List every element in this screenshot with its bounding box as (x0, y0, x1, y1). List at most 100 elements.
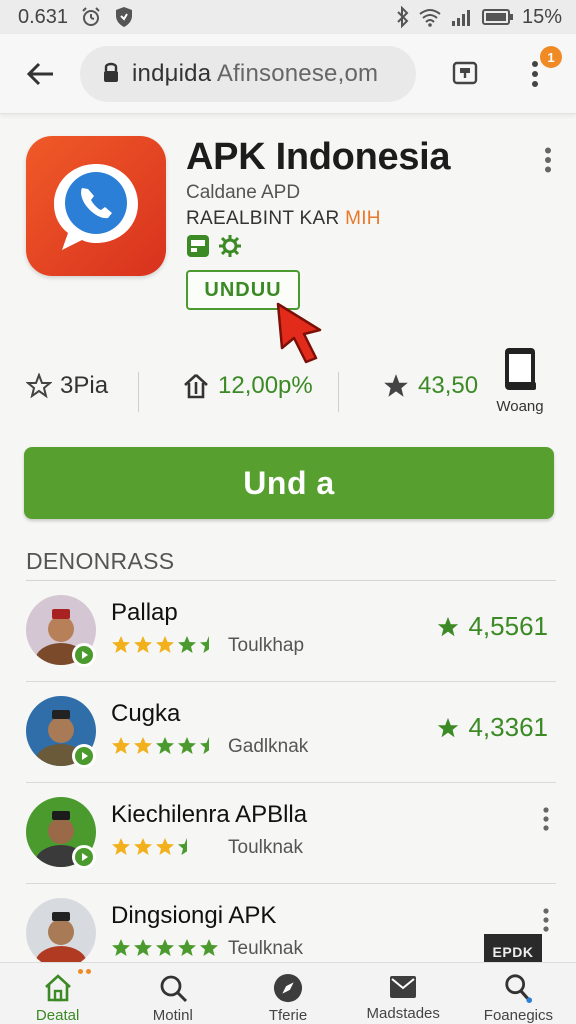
signal-icon (450, 7, 474, 27)
search-alt-icon (505, 974, 533, 1003)
ads-badge-icon (186, 234, 210, 258)
arrow-left-icon (26, 62, 53, 86)
battery-icon (481, 8, 514, 26)
item-stars (111, 736, 223, 756)
stat-score-value: 43,50 (418, 372, 479, 399)
item-stars (111, 837, 223, 857)
play-badge-icon (72, 845, 96, 869)
star-filled-icon (384, 374, 408, 397)
item-rating: 4,5561 (436, 611, 548, 642)
battery-percent: 15% (521, 5, 562, 28)
bluetooth-icon (396, 6, 410, 28)
alarm-icon (80, 6, 102, 28)
app-developer[interactable]: Caldane APD (186, 182, 300, 204)
install-button[interactable]: Und a (24, 447, 554, 519)
nav-label: Tferie (268, 1007, 308, 1024)
list-item[interactable]: Kiechilenra APBlla Toulknak (0, 783, 576, 884)
wifi-icon (418, 7, 442, 27)
item-rating-value: 4,5561 (468, 611, 548, 641)
notification-badge: 1 (540, 46, 562, 68)
item-stars (111, 635, 223, 655)
shield-icon (114, 6, 134, 28)
stat-downloads-value: 12,00p% (218, 372, 313, 399)
stat-downloads: 12,00p% (182, 372, 313, 400)
item-subtitle: Teulknak (228, 938, 303, 959)
app-category: RAEALBINT KAR MIH (186, 208, 381, 230)
star-filled-icon (438, 717, 459, 737)
network-speed: 0.631 (18, 5, 69, 28)
app-icon (26, 136, 166, 276)
item-name: Pallap (111, 599, 178, 626)
nav-explore[interactable]: Tferie (230, 963, 345, 1024)
nav-label: Foanegics (483, 1007, 554, 1024)
item-subtitle: Toulkhap (228, 635, 305, 656)
settings-badge-icon (218, 234, 242, 258)
lock-icon (102, 61, 120, 88)
home-icon (44, 974, 71, 1002)
star-filled-icon (438, 616, 459, 636)
more-vertical-icon (543, 807, 549, 831)
nav-discover[interactable]: Foanegics (461, 963, 576, 1024)
play-badge-icon (72, 744, 96, 768)
item-rating: 4,3361 (436, 712, 548, 743)
upload-home-icon (184, 374, 208, 399)
star-rating-icon (112, 838, 187, 855)
compass-icon (273, 973, 303, 1003)
back-button[interactable] (22, 56, 58, 92)
nav-search[interactable]: Motinl (115, 963, 230, 1024)
address-bar[interactable]: indμida Afinsonese,om (80, 46, 416, 102)
nav-label: Madstades (366, 1005, 440, 1022)
stat-rating-value: 3Pia (60, 372, 109, 399)
item-name: Dingsiongi APK (111, 902, 277, 929)
tabs-icon (452, 61, 478, 85)
star-outline-icon (26, 373, 52, 399)
list-item[interactable]: Cugka Gadlknak 4,3361 (0, 682, 576, 783)
status-bar: 0.631 15% (0, 0, 576, 34)
item-name: Cugka (111, 700, 181, 727)
app-category-accent: MIH (345, 208, 381, 229)
chat-phone-icon (54, 164, 138, 250)
section-title: DENONRASS (26, 548, 175, 574)
avatar (26, 898, 96, 968)
item-overflow-menu[interactable] (536, 805, 556, 833)
stat-rating: 3Pia (26, 372, 108, 400)
star-rating-icon (112, 939, 218, 956)
url-text: indμida Afinsonese,om (132, 60, 378, 88)
nav-home[interactable]: Deatal (0, 963, 115, 1024)
item-subtitle: Gadlknak (228, 736, 309, 757)
bottom-navigation: Deatal Motinl Tferie Madstades Foanegics (0, 962, 576, 1024)
mail-icon (390, 976, 417, 998)
url-domain: Afinsonese,om (216, 60, 379, 87)
browser-toolbar: indμida Afinsonese,om 1 (0, 34, 576, 114)
app-category-main: RAEALBINT KAR (186, 208, 340, 229)
item-name: Kiechilenra APBlla (111, 801, 308, 828)
nav-messages[interactable]: Madstades (346, 963, 461, 1024)
app-stats: 3Pia 12,00p% 43,50 (0, 352, 576, 428)
nav-label: Deatal (35, 1007, 80, 1024)
star-rating-icon (112, 737, 209, 754)
phone-icon (505, 348, 536, 390)
app-overflow-menu[interactable] (538, 146, 558, 174)
item-stars (111, 938, 223, 958)
device-label: Woang (496, 398, 544, 415)
device-compat: Woang (492, 346, 548, 415)
nav-indicator (78, 969, 92, 975)
stat-score: 43,50 (382, 372, 478, 400)
stat-divider (138, 372, 139, 412)
item-subtitle: Toulknak (228, 837, 303, 858)
nav-label: Motinl (152, 1007, 193, 1024)
search-icon (160, 975, 187, 1003)
play-badge-icon (72, 643, 96, 667)
app-title: APK Indonesia (186, 136, 451, 178)
stat-divider (338, 372, 339, 412)
tabs-button[interactable] (448, 56, 482, 90)
more-vertical-icon (545, 147, 551, 173)
item-rating-value: 4,3361 (468, 712, 548, 742)
app-badges (186, 234, 242, 258)
url-host: indμida (132, 60, 212, 87)
star-rating-icon (112, 636, 209, 653)
item-overflow-menu[interactable] (536, 906, 556, 934)
more-vertical-icon (532, 61, 538, 87)
list-item[interactable]: Pallap Toulkhap 4,5561 (0, 581, 576, 682)
more-vertical-icon (543, 908, 549, 932)
